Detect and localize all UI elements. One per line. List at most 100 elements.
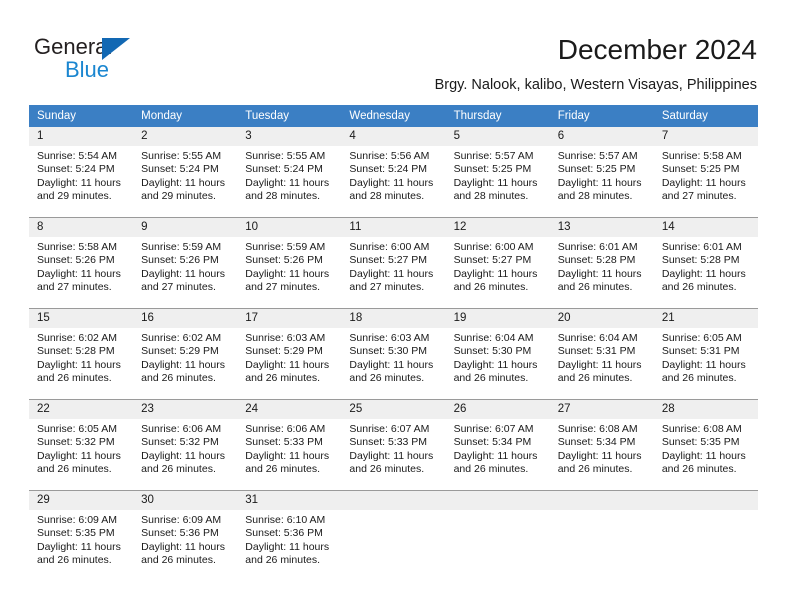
daylight-text: Daylight: 11 hours and 26 minutes. bbox=[557, 449, 642, 476]
calendar-day-cell-empty bbox=[549, 490, 654, 581]
calendar-day-cell[interactable]: 25 Sunrise: 6:07 AM Sunset: 5:33 PM Dayligh… bbox=[341, 399, 446, 491]
daylight-text: Daylight: 11 hours and 28 minutes. bbox=[245, 176, 330, 203]
day-details: Sunrise: 6:07 AM Sunset: 5:33 PM Daylight:… bbox=[341, 419, 445, 477]
daylight-text: Daylight: 11 hours and 26 minutes. bbox=[661, 358, 746, 385]
sunrise-text: Sunrise: 5:58 AM bbox=[661, 150, 742, 162]
page-header: General Blue December 2024 Brgy. Nalook,… bbox=[0, 0, 792, 104]
sunset-text: Sunset: 5:30 PM bbox=[349, 345, 428, 358]
sunset-text: Sunset: 5:36 PM bbox=[245, 527, 323, 540]
calendar-week-row: 15 Sunrise: 6:02 AM Sunset: 5:28 PM Dayligh… bbox=[29, 308, 758, 400]
day-number: 16 bbox=[133, 309, 238, 328]
calendar-day-cell[interactable]: 31 Sunrise: 6:10 AM Sunset: 5:36 PM Dayligh… bbox=[237, 490, 342, 581]
calendar-day-cell[interactable]: 5 Sunrise: 5:57 AM Sunset: 5:25 PM Daylight… bbox=[445, 127, 550, 218]
calendar-day-cell[interactable]: 16 Sunrise: 6:02 AM Sunset: 5:29 PM Dayligh… bbox=[133, 308, 238, 400]
logo-text-blue: Blue bbox=[65, 57, 110, 82]
calendar-day-cell-empty bbox=[341, 490, 446, 581]
day-number: 30 bbox=[133, 491, 238, 510]
calendar-header-row: Sunday Monday Tuesday Wednesday Thursday… bbox=[29, 105, 758, 127]
day-number bbox=[341, 491, 446, 510]
sunrise-text: Sunrise: 6:01 AM bbox=[557, 241, 638, 253]
sunrise-text: Sunrise: 6:01 AM bbox=[661, 241, 742, 253]
calendar-day-cell[interactable]: 27 Sunrise: 6:08 AM Sunset: 5:34 PM Dayligh… bbox=[549, 399, 654, 491]
sunset-text: Sunset: 5:25 PM bbox=[557, 163, 636, 176]
calendar-day-cell[interactable]: 8 Sunrise: 5:58 AM Sunset: 5:26 PM Daylight… bbox=[29, 217, 134, 309]
sunset-text: Sunset: 5:28 PM bbox=[661, 254, 740, 267]
day-details: Sunrise: 6:01 AM Sunset: 5:28 PM Daylight:… bbox=[654, 237, 758, 295]
page-subtitle: Brgy. Nalook, kalibo, Western Visayas, P… bbox=[434, 77, 757, 93]
sunset-text: Sunset: 5:29 PM bbox=[141, 345, 219, 358]
calendar-day-cell[interactable]: 18 Sunrise: 6:03 AM Sunset: 5:30 PM Dayligh… bbox=[341, 308, 446, 400]
calendar-day-cell[interactable]: 10 Sunrise: 5:59 AM Sunset: 5:26 PM Dayligh… bbox=[237, 217, 342, 309]
calendar-day-cell[interactable]: 22 Sunrise: 6:05 AM Sunset: 5:32 PM Dayligh… bbox=[29, 399, 134, 491]
calendar-day-cell[interactable]: 11 Sunrise: 6:00 AM Sunset: 5:27 PM Dayligh… bbox=[341, 217, 446, 309]
calendar-day-cell[interactable]: 7 Sunrise: 5:58 AM Sunset: 5:25 PM Daylight… bbox=[653, 127, 758, 218]
sunrise-text: Sunrise: 6:08 AM bbox=[557, 423, 638, 435]
day-details: Sunrise: 6:07 AM Sunset: 5:34 PM Daylight:… bbox=[446, 419, 550, 477]
sunrise-text: Sunrise: 5:57 AM bbox=[557, 150, 638, 162]
sunset-text: Sunset: 5:34 PM bbox=[453, 436, 532, 449]
day-number: 4 bbox=[341, 127, 446, 146]
day-number: 10 bbox=[237, 218, 342, 237]
calendar-day-cell[interactable]: 23 Sunrise: 6:06 AM Sunset: 5:32 PM Dayligh… bbox=[133, 399, 238, 491]
day-details: Sunrise: 6:09 AM Sunset: 5:35 PM Daylight:… bbox=[29, 510, 133, 568]
sunrise-text: Sunrise: 5:59 AM bbox=[141, 241, 222, 253]
calendar-day-cell[interactable]: 14 Sunrise: 6:01 AM Sunset: 5:28 PM Dayligh… bbox=[653, 217, 758, 309]
day-number: 8 bbox=[29, 218, 134, 237]
calendar-day-cell[interactable]: 29 Sunrise: 6:09 AM Sunset: 5:35 PM Dayligh… bbox=[29, 490, 134, 581]
sunset-text: Sunset: 5:26 PM bbox=[245, 254, 323, 267]
sunset-text: Sunset: 5:24 PM bbox=[349, 163, 428, 176]
sunrise-text: Sunrise: 6:02 AM bbox=[37, 332, 117, 344]
day-number bbox=[445, 491, 550, 510]
calendar-day-cell[interactable]: 19 Sunrise: 6:04 AM Sunset: 5:30 PM Dayligh… bbox=[445, 308, 550, 400]
day-number: 18 bbox=[341, 309, 446, 328]
daylight-text: Daylight: 11 hours and 26 minutes. bbox=[453, 267, 538, 294]
sunrise-text: Sunrise: 6:00 AM bbox=[349, 241, 430, 253]
calendar-day-cell[interactable]: 15 Sunrise: 6:02 AM Sunset: 5:28 PM Dayligh… bbox=[29, 308, 134, 400]
day-number bbox=[653, 491, 758, 510]
calendar-day-cell[interactable]: 12 Sunrise: 6:00 AM Sunset: 5:27 PM Dayligh… bbox=[445, 217, 550, 309]
day-details: Sunrise: 6:05 AM Sunset: 5:32 PM Daylight:… bbox=[29, 419, 133, 477]
calendar-day-cell[interactable]: 13 Sunrise: 6:01 AM Sunset: 5:28 PM Dayligh… bbox=[549, 217, 654, 309]
daylight-text: Daylight: 11 hours and 26 minutes. bbox=[245, 449, 330, 476]
weekday-header-sunday: Sunday bbox=[29, 105, 134, 127]
day-details: Sunrise: 6:09 AM Sunset: 5:36 PM Daylight:… bbox=[133, 510, 237, 568]
day-details: Sunrise: 5:54 AM Sunset: 5:24 PM Daylight:… bbox=[29, 146, 133, 204]
calendar-day-cell[interactable]: 17 Sunrise: 6:03 AM Sunset: 5:29 PM Dayligh… bbox=[237, 308, 342, 400]
sunset-text: Sunset: 5:28 PM bbox=[37, 345, 115, 358]
sunrise-text: Sunrise: 6:09 AM bbox=[141, 514, 222, 526]
calendar-day-cell[interactable]: 9 Sunrise: 5:59 AM Sunset: 5:26 PM Daylight… bbox=[133, 217, 238, 309]
calendar-day-cell[interactable]: 20 Sunrise: 6:04 AM Sunset: 5:31 PM Dayligh… bbox=[549, 308, 654, 400]
day-details: Sunrise: 6:01 AM Sunset: 5:28 PM Daylight:… bbox=[550, 237, 654, 295]
calendar-day-cell[interactable]: 1 Sunrise: 5:54 AM Sunset: 5:24 PM Daylight… bbox=[29, 127, 134, 218]
sunrise-text: Sunrise: 5:55 AM bbox=[245, 150, 326, 162]
daylight-text: Daylight: 11 hours and 26 minutes. bbox=[661, 449, 746, 476]
calendar-day-cell[interactable]: 21 Sunrise: 6:05 AM Sunset: 5:31 PM Dayligh… bbox=[653, 308, 758, 400]
sunrise-text: Sunrise: 6:00 AM bbox=[453, 241, 534, 253]
sunrise-text: Sunrise: 6:06 AM bbox=[245, 423, 326, 435]
sunset-text: Sunset: 5:27 PM bbox=[349, 254, 428, 267]
sunrise-text: Sunrise: 5:55 AM bbox=[141, 150, 222, 162]
calendar-day-cell[interactable]: 24 Sunrise: 6:06 AM Sunset: 5:33 PM Dayligh… bbox=[237, 399, 342, 491]
sunset-text: Sunset: 5:31 PM bbox=[557, 345, 636, 358]
sunset-text: Sunset: 5:30 PM bbox=[453, 345, 532, 358]
calendar-day-cell[interactable]: 2 Sunrise: 5:55 AM Sunset: 5:24 PM Daylight… bbox=[133, 127, 238, 218]
calendar-day-cell[interactable]: 30 Sunrise: 6:09 AM Sunset: 5:36 PM Dayligh… bbox=[133, 490, 238, 581]
calendar-day-cell[interactable]: 6 Sunrise: 5:57 AM Sunset: 5:25 PM Daylight… bbox=[549, 127, 654, 218]
sunrise-text: Sunrise: 6:03 AM bbox=[245, 332, 326, 344]
sunset-text: Sunset: 5:24 PM bbox=[141, 163, 219, 176]
weekday-header-monday: Monday bbox=[133, 105, 238, 127]
calendar-day-cell[interactable]: 26 Sunrise: 6:07 AM Sunset: 5:34 PM Dayligh… bbox=[445, 399, 550, 491]
calendar-day-cell[interactable]: 4 Sunrise: 5:56 AM Sunset: 5:24 PM Daylight… bbox=[341, 127, 446, 218]
daylight-text: Daylight: 11 hours and 26 minutes. bbox=[245, 358, 330, 385]
day-details: Sunrise: 6:04 AM Sunset: 5:31 PM Daylight:… bbox=[550, 328, 654, 386]
day-details: Sunrise: 6:03 AM Sunset: 5:29 PM Daylight:… bbox=[237, 328, 341, 386]
day-details: Sunrise: 5:58 AM Sunset: 5:26 PM Daylight:… bbox=[29, 237, 133, 295]
sunrise-text: Sunrise: 6:05 AM bbox=[661, 332, 742, 344]
sunset-text: Sunset: 5:24 PM bbox=[37, 163, 115, 176]
day-number: 15 bbox=[29, 309, 134, 328]
sunset-text: Sunset: 5:26 PM bbox=[141, 254, 219, 267]
sunset-text: Sunset: 5:33 PM bbox=[349, 436, 428, 449]
calendar-day-cell[interactable]: 28 Sunrise: 6:08 AM Sunset: 5:35 PM Dayligh… bbox=[653, 399, 758, 491]
calendar-day-cell[interactable]: 3 Sunrise: 5:55 AM Sunset: 5:24 PM Daylight… bbox=[237, 127, 342, 218]
sunrise-text: Sunrise: 6:10 AM bbox=[245, 514, 326, 526]
